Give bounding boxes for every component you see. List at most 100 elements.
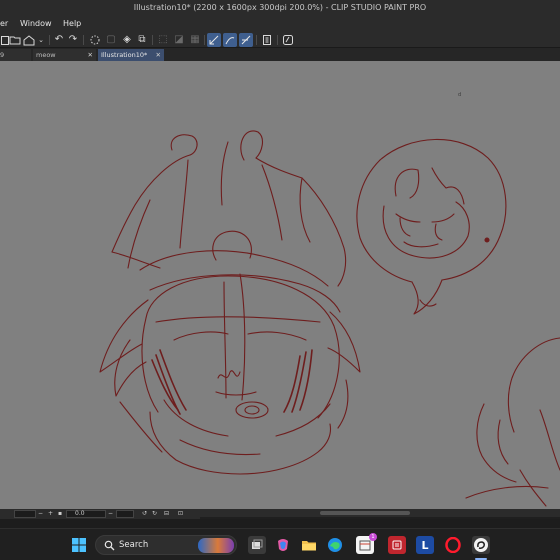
menu-bar: er Window Help	[0, 16, 560, 32]
snap-ruler-icon[interactable]	[207, 33, 221, 47]
clipboard-icon[interactable]	[260, 33, 274, 47]
tab-meow[interactable]: meow ✕	[33, 49, 96, 61]
zoom-field[interactable]	[14, 510, 36, 518]
search-highlight-image	[198, 538, 234, 553]
menu-item-window[interactable]: Window	[20, 16, 52, 31]
sketch-stroke	[431, 167, 465, 205]
sketch-stroke	[356, 159, 413, 283]
desktop-gap	[0, 519, 560, 528]
deselect-icon[interactable]: ▦	[188, 33, 202, 47]
companion-mode-icon[interactable]	[281, 33, 295, 47]
sketch-stroke	[111, 154, 191, 253]
sketch-stroke	[301, 177, 347, 287]
sketch-stroke	[261, 164, 283, 241]
opera-browser-icon[interactable]	[444, 536, 462, 554]
close-tab-icon[interactable]: ✕	[88, 49, 93, 61]
chevron-down-icon[interactable]: ⌄	[34, 33, 48, 47]
sketch-drawing	[99, 130, 560, 507]
close-tab-icon[interactable]: ✕	[156, 49, 161, 61]
sketch-stroke	[275, 403, 331, 437]
sketch-stroke	[476, 403, 517, 483]
toolbar-divider	[83, 35, 84, 45]
sketch-stroke	[431, 213, 455, 223]
drawing-canvas[interactable]: d	[0, 61, 560, 509]
sketch-stroke	[239, 273, 246, 401]
search-label: Search	[119, 540, 149, 550]
zoom-out-icon[interactable]: −	[38, 509, 43, 519]
sketch-stroke	[220, 141, 229, 206]
transform-icon[interactable]: ⧉	[135, 33, 149, 47]
red-app-icon[interactable]	[388, 536, 406, 554]
sketch-stroke	[149, 411, 241, 475]
notification-badge: 1	[369, 533, 377, 541]
toolbar-divider	[49, 35, 50, 45]
open-folder-icon[interactable]	[8, 33, 22, 47]
file-explorer-icon[interactable]	[300, 536, 318, 554]
snap-grid-icon[interactable]	[239, 33, 253, 47]
tab-partial[interactable]: 9	[0, 49, 31, 61]
taskbar: Search 1 L	[0, 528, 560, 560]
sketch-stroke	[223, 281, 227, 399]
loading-icon[interactable]	[88, 33, 102, 47]
redo-icon[interactable]: ↷	[66, 33, 80, 47]
tab-label: 9	[0, 51, 5, 59]
toolbar-divider	[256, 35, 257, 45]
tab-illustration10[interactable]: Illustration10* ✕	[98, 49, 164, 61]
search-icon	[104, 540, 115, 551]
sketch-stroke	[507, 337, 560, 433]
windows-start-icon[interactable]	[70, 536, 88, 554]
zoom-in-icon[interactable]: +	[48, 509, 53, 519]
sketch-stroke	[403, 241, 439, 248]
snap-special-ruler-icon[interactable]	[223, 33, 237, 47]
sketch-stroke	[283, 355, 301, 413]
document-tab-bar: 9 meow ✕ Illustration10* ✕	[0, 48, 560, 61]
fit-icon[interactable]: ▪	[58, 509, 62, 519]
sketch-stroke	[337, 379, 349, 429]
rotation-value: 0.0	[75, 510, 85, 517]
sketch-stroke	[99, 299, 149, 373]
rotate-cw-icon[interactable]: ↻	[152, 509, 157, 519]
sketch-stroke	[382, 201, 470, 259]
rotate-ccw-icon[interactable]: ↺	[142, 509, 147, 519]
clip-studio-icon[interactable]	[472, 536, 490, 554]
status-bar: − + ▪ 0.0 − ↺ ↻ ⊟ ⊡	[0, 509, 200, 519]
scrollbar-thumb[interactable]	[320, 511, 410, 515]
sketch-stroke	[170, 134, 198, 156]
sketch-stroke	[119, 401, 163, 453]
menu-item-layer[interactable]: er	[0, 16, 8, 31]
sketch-stroke	[519, 469, 547, 507]
sketch-stroke	[379, 138, 507, 281]
sketch-stroke	[235, 401, 269, 419]
toolbar-divider	[152, 35, 153, 45]
sketch-stroke	[179, 159, 189, 249]
calendar-app-icon[interactable]: 1	[356, 533, 377, 554]
sketch-stroke	[217, 370, 241, 379]
clear-icon[interactable]: ▢	[104, 33, 118, 47]
sketch-stroke	[411, 279, 443, 315]
sketch-stroke	[394, 168, 420, 199]
copilot-icon[interactable]	[274, 536, 292, 554]
command-bar: ⌄ ↶ ↷ ▢ ◈ ⧉ ⬚ ◪ ▦	[0, 32, 560, 48]
app-window: Illustration10* (2200 x 1600px 300dpi 20…	[0, 0, 560, 560]
reset-view-icon[interactable]: ⊡	[178, 509, 183, 519]
sketch-stroke	[239, 423, 332, 475]
taskbar-search[interactable]: Search	[95, 535, 237, 555]
undo-icon[interactable]: ↶	[52, 33, 66, 47]
sketch-stroke	[244, 405, 260, 415]
flip-icon[interactable]: ⊟	[164, 509, 169, 519]
selection-icon[interactable]: ⬚	[156, 33, 170, 47]
sketch-stroke	[240, 130, 264, 161]
angle-field[interactable]	[116, 510, 134, 518]
sketch-stroke	[111, 251, 161, 269]
menu-item-help[interactable]: Help	[63, 16, 81, 31]
sketch-stroke	[155, 316, 321, 323]
fill-bucket-icon[interactable]: ◈	[120, 33, 134, 47]
rotation-field[interactable]: 0.0	[66, 510, 106, 518]
sketch-stroke	[299, 349, 313, 411]
lightroom-icon[interactable]: L	[416, 536, 434, 554]
sketch-stroke	[141, 317, 159, 413]
rotate-left-icon[interactable]: −	[108, 509, 113, 519]
crop-icon[interactable]: ◪	[172, 33, 186, 47]
task-view-icon[interactable]	[248, 536, 266, 554]
edge-browser-icon[interactable]	[326, 536, 344, 554]
